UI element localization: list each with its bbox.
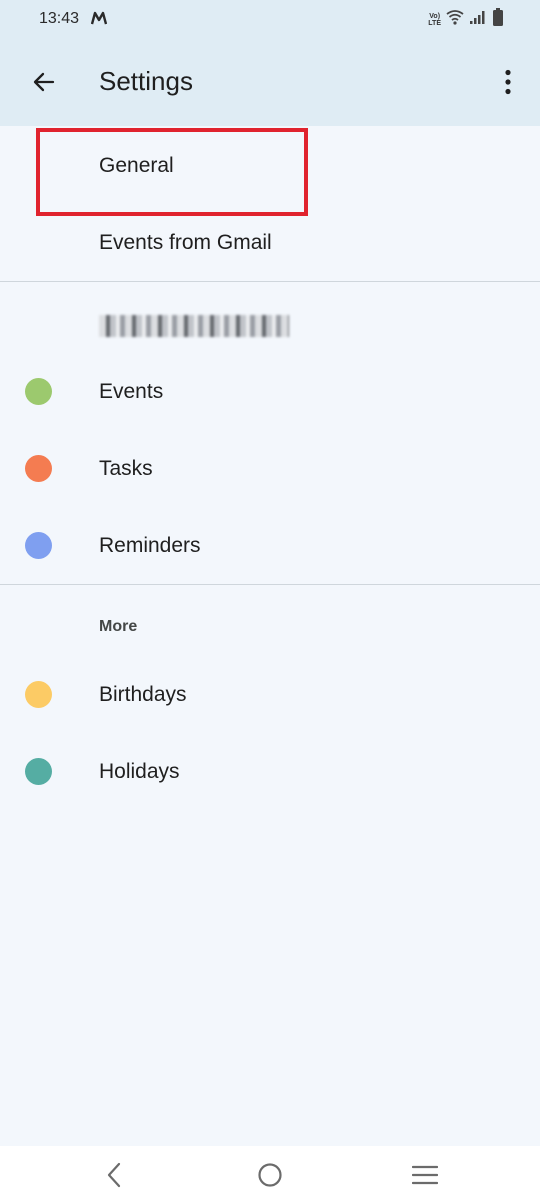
nav-back-icon — [107, 1162, 121, 1188]
settings-item-birthdays[interactable]: Birthdays — [0, 656, 540, 733]
page-title: Settings — [99, 66, 193, 96]
calendar-color-dot — [25, 378, 52, 405]
status-bar: 13:43 Vo) LTE — [0, 0, 540, 40]
divider — [0, 281, 540, 282]
volte-icon: Vo) LTE — [428, 12, 441, 27]
account-name-redacted — [99, 315, 289, 337]
signal-icon — [469, 9, 487, 30]
settings-item-label: Events — [99, 380, 164, 403]
notification-icon — [90, 11, 108, 30]
header: 13:43 Vo) LTE Settings — [0, 0, 540, 126]
nav-recents-button[interactable] — [385, 1146, 465, 1204]
section-header-more: More — [99, 618, 138, 635]
settings-item-label: Holidays — [99, 760, 180, 783]
calendar-color-dot — [25, 455, 52, 482]
back-button[interactable] — [22, 60, 66, 104]
calendar-color-dot — [25, 758, 52, 785]
nav-menu-icon — [412, 1165, 438, 1185]
divider — [0, 584, 540, 585]
settings-item-label: Birthdays — [99, 683, 187, 706]
nav-home-button[interactable] — [230, 1146, 310, 1204]
status-time: 13:43 — [39, 10, 80, 27]
settings-item-label: Tasks — [99, 457, 153, 480]
more-vert-icon — [505, 69, 511, 95]
arrow-back-icon — [33, 72, 55, 92]
more-options-button[interactable] — [490, 60, 526, 104]
settings-screen: 13:43 Vo) LTE Settings General Events fr… — [0, 0, 540, 1204]
highlight-box — [36, 128, 308, 216]
calendar-color-dot — [25, 532, 52, 559]
settings-item-label: Reminders — [99, 534, 201, 557]
status-icons: Vo) LTE — [428, 8, 504, 31]
nav-home-icon — [258, 1163, 282, 1187]
wifi-icon — [446, 9, 464, 30]
settings-item-events[interactable]: Events — [0, 353, 540, 430]
nav-back-button[interactable] — [74, 1146, 154, 1204]
app-bar: Settings — [0, 40, 540, 126]
system-navigation-bar — [0, 1146, 540, 1204]
settings-item-holidays[interactable]: Holidays — [0, 733, 540, 810]
calendar-color-dot — [25, 681, 52, 708]
settings-item-reminders[interactable]: Reminders — [0, 507, 540, 584]
battery-icon — [492, 8, 504, 31]
settings-item-tasks[interactable]: Tasks — [0, 430, 540, 507]
settings-item-events-from-gmail[interactable]: Events from Gmail — [0, 204, 540, 281]
settings-item-label: Events from Gmail — [99, 231, 272, 254]
